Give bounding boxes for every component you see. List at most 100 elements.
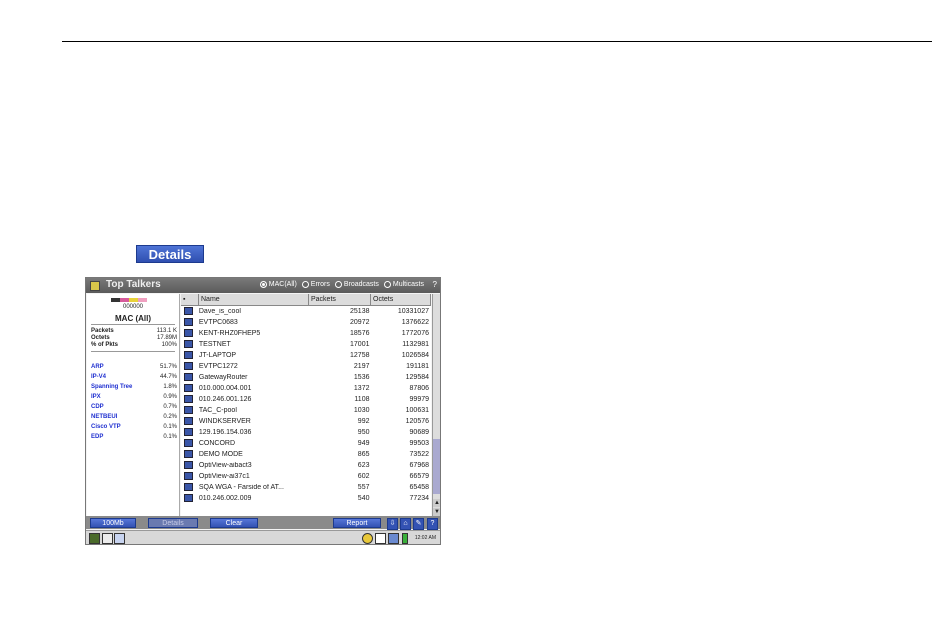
cell-name: Dave_is_cool bbox=[198, 307, 241, 315]
context-help-icon[interactable]: ? bbox=[433, 280, 437, 289]
cell-name: TESTNET bbox=[198, 340, 231, 348]
cell-packets: 1536 bbox=[353, 373, 370, 381]
report-button[interactable]: Report bbox=[333, 518, 381, 528]
network-icon[interactable] bbox=[388, 533, 399, 544]
cell-name: DEMO MODE bbox=[198, 450, 243, 458]
cell-name: 010.000.004.001 bbox=[198, 384, 252, 392]
download-icon[interactable]: ⇩ bbox=[387, 518, 398, 530]
scroll-up-icon[interactable]: ▲ bbox=[433, 499, 440, 507]
protocol-netbeui[interactable]: NETBEUI 0.2% bbox=[91, 414, 177, 420]
summary-panel: 000000 MAC (All) Packets 113.1 K Octets 17… bbox=[87, 294, 180, 516]
filter-broadcasts[interactable]: Broadcasts bbox=[334, 281, 379, 288]
color-legend-icon bbox=[111, 298, 147, 302]
home-icon[interactable]: ⌂ bbox=[400, 518, 411, 530]
table-row[interactable]: 129.196.154.036 950 90689 bbox=[181, 427, 431, 438]
window-titlebar: Top Talkers MAC(All) Errors Broadcasts M… bbox=[86, 278, 440, 293]
cell-packets: 557 bbox=[357, 483, 370, 491]
table-row[interactable]: 010.000.004.001 1372 87806 bbox=[181, 383, 431, 394]
column-header-packets[interactable]: Packets bbox=[309, 294, 371, 305]
details-button[interactable]: Details bbox=[148, 518, 198, 528]
scroll-down-icon[interactable]: ▼ bbox=[433, 508, 440, 516]
protocol-spanning-tree[interactable]: Spanning Tree 1.8% bbox=[91, 384, 177, 390]
table-row[interactable]: EVTPC1272 2197 191181 bbox=[181, 361, 431, 372]
cell-octets: 65458 bbox=[409, 483, 429, 491]
top-talkers-window: Top Talkers MAC(All) Errors Broadcasts M… bbox=[85, 277, 441, 545]
device-status-icon[interactable] bbox=[89, 533, 100, 544]
table-row[interactable]: WINDKSERVER 992 120576 bbox=[181, 416, 431, 427]
cell-packets: 25138 bbox=[350, 307, 370, 315]
window-icon[interactable] bbox=[102, 533, 113, 544]
table-scrollbar[interactable]: ▲ ▼ bbox=[432, 294, 440, 516]
protocol-cdp[interactable]: CDP 0.7% bbox=[91, 404, 177, 410]
table-row[interactable]: TESTNET 17001 1132981 bbox=[181, 339, 431, 350]
column-header-name[interactable]: Name bbox=[199, 294, 309, 305]
wrench-icon[interactable]: ✎ bbox=[413, 518, 424, 530]
column-header-octets[interactable]: Octets bbox=[371, 294, 431, 305]
cell-name: JT-LAPTOP bbox=[198, 351, 237, 359]
help-icon[interactable]: ? bbox=[427, 518, 438, 530]
table-row[interactable]: GatewayRouter 1536 129584 bbox=[181, 372, 431, 383]
protocol-edp[interactable]: EDP 0.1% bbox=[91, 434, 177, 440]
clear-button[interactable]: Clear bbox=[210, 518, 258, 528]
cell-packets: 1108 bbox=[354, 395, 370, 403]
cell-octets: 191181 bbox=[406, 362, 429, 370]
scrollbar-thumb[interactable] bbox=[433, 439, 440, 494]
filter-errors[interactable]: Errors bbox=[301, 281, 330, 288]
page-divider bbox=[62, 41, 932, 42]
host-icon bbox=[181, 483, 197, 492]
table-row[interactable]: OptiView-ai37c1 602 66579 bbox=[181, 471, 431, 482]
protocol-arp[interactable]: ARP 51.7% bbox=[91, 364, 177, 370]
table-row[interactable]: CONCORD 949 99503 bbox=[181, 438, 431, 449]
cell-octets: 1132981 bbox=[402, 340, 429, 348]
host-icon bbox=[181, 318, 197, 327]
host-icon bbox=[181, 362, 197, 371]
table-row[interactable]: TAC_C-pool 1030 100631 bbox=[181, 405, 431, 416]
table-row[interactable]: Dave_is_cool 25138 10331027 bbox=[181, 306, 431, 317]
table-row[interactable]: EVTPC0683 20972 1376622 bbox=[181, 317, 431, 328]
table-row[interactable]: DEMO MODE 865 73522 bbox=[181, 449, 431, 460]
cell-packets: 865 bbox=[357, 450, 370, 458]
table-row[interactable]: 010.246.001.126 1108 99979 bbox=[181, 394, 431, 405]
filter-radio-group: MAC(All) Errors Broadcasts Multicasts bbox=[259, 281, 424, 288]
document-icon[interactable] bbox=[375, 533, 386, 544]
window-icon[interactable] bbox=[114, 533, 125, 544]
filter-multicasts[interactable]: Multicasts bbox=[383, 281, 424, 288]
cell-name: WINDKSERVER bbox=[198, 417, 251, 425]
table-row[interactable]: JT-LAPTOP 12758 1026584 bbox=[181, 350, 431, 361]
table-row[interactable]: OptiView-aibact3 623 67968 bbox=[181, 460, 431, 471]
cell-name: OptiView-ai37c1 bbox=[198, 472, 250, 480]
cell-packets: 540 bbox=[357, 494, 370, 502]
cell-name: GatewayRouter bbox=[198, 373, 248, 381]
protocol-ipx[interactable]: IPX 0.9% bbox=[91, 394, 177, 400]
protocol-cisco-vtp[interactable]: Cisco VTP 0.1% bbox=[91, 424, 177, 430]
radio-selected-icon bbox=[259, 281, 267, 288]
radio-icon bbox=[383, 281, 391, 288]
host-icon bbox=[181, 307, 197, 316]
table-row[interactable]: 010.246.002.009 540 77234 bbox=[181, 493, 431, 504]
filter-mac-all[interactable]: MAC(All) bbox=[259, 281, 297, 288]
cell-name: 010.246.002.009 bbox=[198, 494, 252, 502]
window-title: Top Talkers bbox=[106, 279, 161, 290]
warning-icon[interactable] bbox=[362, 533, 373, 544]
cell-packets: 17001 bbox=[350, 340, 370, 348]
host-icon bbox=[181, 461, 197, 470]
cell-octets: 10331027 bbox=[397, 307, 429, 315]
cell-packets: 1372 bbox=[353, 384, 370, 392]
speed-button[interactable]: 100Mb bbox=[90, 518, 136, 528]
table-header: ▪ Name Packets Octets bbox=[181, 294, 431, 306]
column-header-icon[interactable]: ▪ bbox=[181, 294, 199, 305]
cell-packets: 950 bbox=[357, 428, 370, 436]
protocol-ipv4[interactable]: IP-V4 44.7% bbox=[91, 374, 177, 380]
summary-counter: 000000 bbox=[122, 304, 144, 310]
cell-name: KENT-RHZ0FHEP5 bbox=[198, 329, 261, 337]
cell-octets: 1026584 bbox=[401, 351, 429, 359]
cell-packets: 992 bbox=[357, 417, 370, 425]
bottom-toolbar: 100Mb Details Clear Report ⇩ ⌂ ✎ ? bbox=[86, 516, 440, 530]
table-row[interactable]: SQA WGA - Farside of AT... 557 65458 bbox=[181, 482, 431, 493]
table-row[interactable]: KENT-RHZ0FHEP5 18576 1772076 bbox=[181, 328, 431, 339]
host-icon bbox=[181, 340, 197, 349]
cell-packets: 949 bbox=[357, 439, 370, 447]
cell-octets: 90689 bbox=[409, 428, 429, 436]
host-icon bbox=[181, 450, 197, 459]
status-bar: 12:02 AM bbox=[86, 530, 440, 544]
